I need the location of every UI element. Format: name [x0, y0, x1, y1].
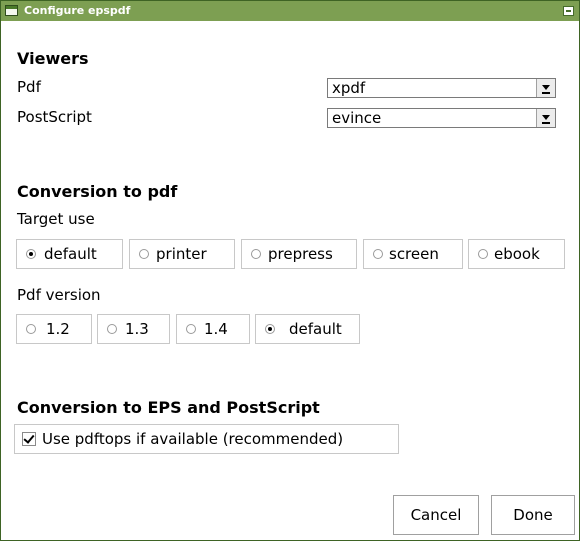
radio-label: default [289, 320, 342, 338]
radio-unselected-icon [478, 249, 488, 259]
radio-selected-icon [265, 324, 275, 334]
radio-label: 1.3 [125, 320, 149, 338]
radio-unselected-icon [107, 324, 117, 334]
radio-unselected-icon [139, 249, 149, 259]
radio-unselected-icon [251, 249, 261, 259]
target-use-printer-radio[interactable]: printer [129, 239, 235, 269]
pdf-viewer-dropdown-button[interactable] [536, 79, 555, 97]
radio-unselected-icon [373, 249, 383, 259]
target-use-ebook-radio[interactable]: ebook [468, 239, 565, 269]
pdf-version-label: Pdf version [17, 286, 101, 304]
target-use-default-radio[interactable]: default [16, 239, 123, 269]
configure-dialog: Configure epspdf Viewers Pdf xpdf PostSc… [0, 0, 580, 541]
conversion-eps-heading: Conversion to EPS and PostScript [17, 398, 320, 417]
title-bar[interactable]: Configure epspdf [1, 1, 579, 21]
radio-unselected-icon [26, 324, 36, 334]
target-use-label: Target use [17, 210, 95, 228]
pdf-viewer-combo[interactable]: xpdf [327, 78, 556, 98]
chevron-down-icon-bar [542, 122, 550, 124]
window-title: Configure epspdf [24, 4, 131, 17]
viewers-heading: Viewers [17, 49, 89, 68]
radio-label: ebook [494, 245, 540, 263]
radio-selected-icon [26, 249, 36, 259]
cancel-button[interactable]: Cancel [393, 495, 479, 535]
postscript-viewer-combo[interactable]: evince [327, 108, 556, 128]
target-use-screen-radio[interactable]: screen [363, 239, 463, 269]
radio-label: 1.4 [204, 320, 228, 338]
target-use-prepress-radio[interactable]: prepress [241, 239, 357, 269]
postscript-viewer-value: evince [332, 109, 382, 127]
pdf-viewer-label: Pdf [17, 78, 41, 96]
postscript-viewer-label: PostScript [17, 108, 92, 126]
minimize-icon[interactable] [563, 6, 574, 16]
use-pdftops-label: Use pdftops if available (recommended) [42, 430, 344, 448]
done-button[interactable]: Done [491, 495, 575, 535]
window-icon[interactable] [5, 5, 18, 16]
radio-unselected-icon [186, 324, 196, 334]
radio-label: 1.2 [46, 320, 70, 338]
chevron-down-icon [542, 115, 550, 120]
radio-label: printer [156, 245, 207, 263]
pdf-version-1-4-radio[interactable]: 1.4 [176, 314, 250, 344]
radio-label: screen [389, 245, 439, 263]
pdf-version-default-radio[interactable]: default [255, 314, 360, 344]
pdf-viewer-value: xpdf [332, 79, 366, 97]
radio-label: default [44, 245, 97, 263]
postscript-viewer-dropdown-button[interactable] [536, 109, 555, 127]
use-pdftops-checkbox[interactable]: Use pdftops if available (recommended) [14, 424, 399, 454]
chevron-down-icon [542, 85, 550, 90]
conversion-pdf-heading: Conversion to pdf [17, 182, 178, 201]
pdf-version-1-3-radio[interactable]: 1.3 [97, 314, 170, 344]
checkbox-checked-icon [22, 432, 36, 446]
radio-label: prepress [268, 245, 333, 263]
chevron-down-icon-bar [542, 92, 550, 94]
pdf-version-1-2-radio[interactable]: 1.2 [16, 314, 92, 344]
